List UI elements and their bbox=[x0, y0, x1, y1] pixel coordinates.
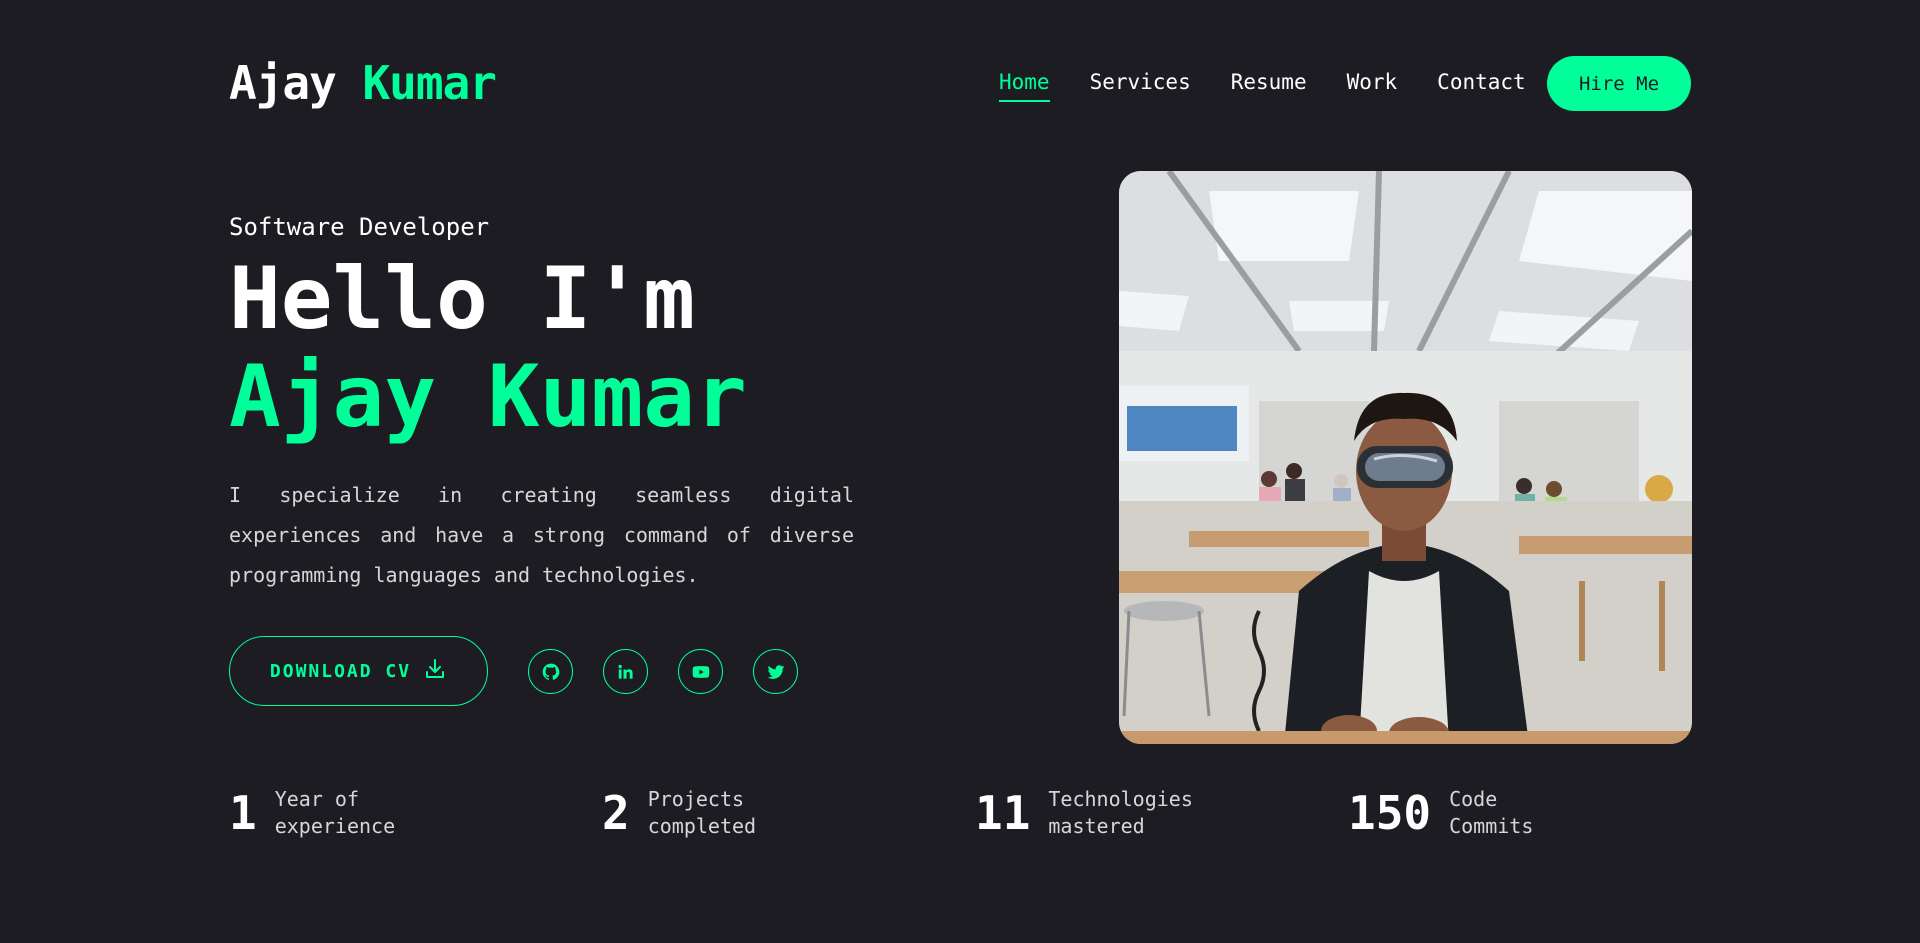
stat-technologies: 11 Technologies mastered bbox=[975, 786, 1198, 840]
hire-me-button[interactable]: Hire Me bbox=[1547, 56, 1691, 111]
stat-value: 150 bbox=[1348, 786, 1432, 840]
stat-label: Code Commits bbox=[1449, 787, 1534, 838]
github-link[interactable] bbox=[528, 649, 573, 694]
stat-commits: 150 Code Commits bbox=[1348, 786, 1549, 840]
greeting-heading: Hello I'm bbox=[229, 249, 695, 349]
main-nav: Home Services Resume Work Contact bbox=[999, 70, 1526, 102]
stat-value: 1 bbox=[229, 786, 257, 840]
stat-value: 2 bbox=[602, 786, 630, 840]
stat-label: Projects completed bbox=[647, 787, 757, 838]
stat-projects: 2 Projects completed bbox=[602, 786, 778, 840]
stat-value: 11 bbox=[975, 786, 1031, 840]
profile-photo bbox=[1119, 171, 1692, 744]
nav-services[interactable]: Services bbox=[1090, 70, 1191, 102]
github-icon bbox=[541, 662, 561, 682]
stat-label: Year of experience bbox=[274, 787, 396, 838]
twitter-link[interactable] bbox=[753, 649, 798, 694]
nav-work[interactable]: Work bbox=[1347, 70, 1398, 102]
logo-last-name: Kumar bbox=[362, 56, 496, 110]
role-title: Software Developer bbox=[229, 213, 490, 241]
logo[interactable]: Ajay Kumar bbox=[229, 56, 497, 110]
twitter-icon bbox=[766, 662, 786, 682]
portfolio-page: Ajay Kumar Home Services Resume Work Con… bbox=[0, 0, 1920, 943]
logo-first-name: Ajay bbox=[229, 56, 337, 110]
download-cv-label: DOWNLOAD CV bbox=[269, 660, 412, 682]
stat-label: Technologies mastered bbox=[1048, 787, 1193, 838]
linkedin-icon bbox=[616, 662, 636, 682]
name-heading: Ajay Kumar bbox=[229, 347, 747, 447]
youtube-link[interactable] bbox=[678, 649, 723, 694]
stat-experience: 1 Year of experience bbox=[229, 786, 405, 840]
hero-description: I specialize in creating seamless digita… bbox=[229, 483, 854, 587]
nav-home[interactable]: Home bbox=[999, 70, 1050, 102]
youtube-icon bbox=[691, 662, 711, 682]
linkedin-link[interactable] bbox=[603, 649, 648, 694]
download-icon bbox=[423, 657, 447, 686]
download-cv-button[interactable]: DOWNLOAD CV bbox=[229, 636, 488, 706]
social-links bbox=[528, 649, 798, 694]
nav-contact[interactable]: Contact bbox=[1437, 70, 1526, 102]
profile-photo-illustration bbox=[1119, 171, 1692, 744]
nav-resume[interactable]: Resume bbox=[1231, 70, 1307, 102]
